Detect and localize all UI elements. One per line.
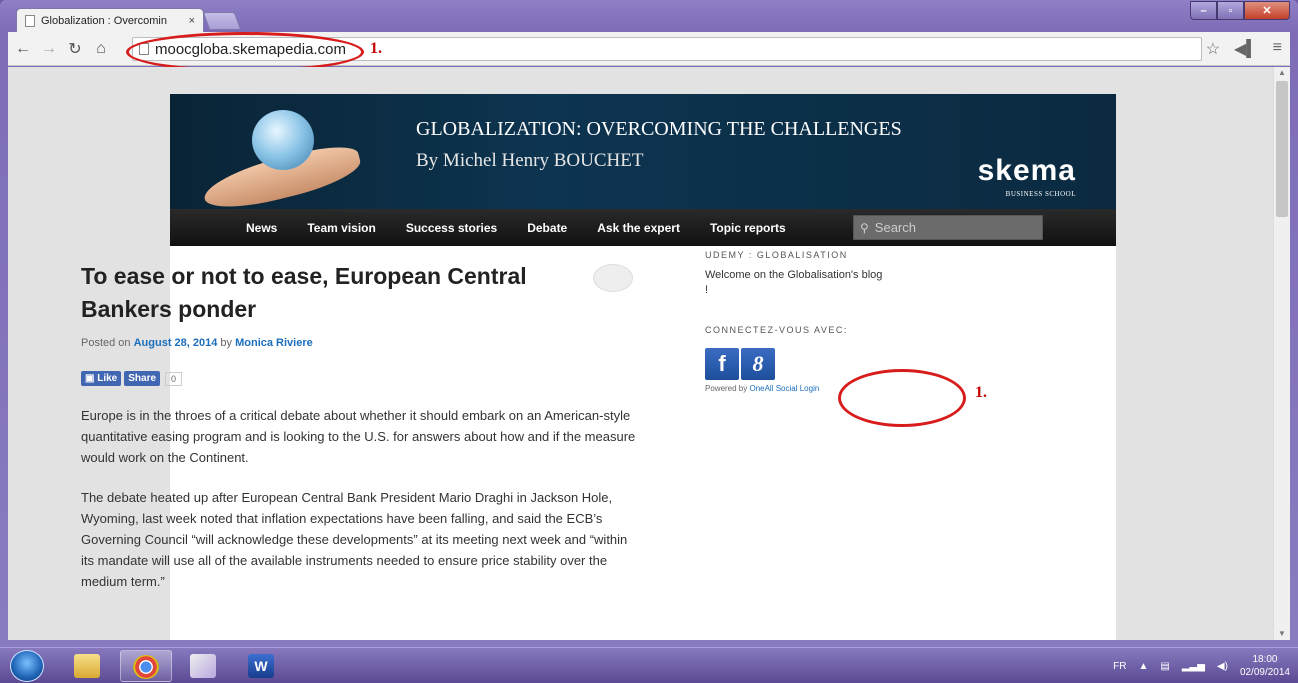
maximize-button[interactable]: ▫ xyxy=(1217,1,1244,20)
main-nav: News Team vision Success stories Debate … xyxy=(170,209,1116,246)
volume-icon[interactable]: ◀) xyxy=(1217,661,1228,672)
tab-active[interactable]: Globalization : Overcomin × xyxy=(16,8,204,32)
fb-like-button[interactable]: ▣ Like xyxy=(81,371,122,386)
site-subtitle: By Michel Henry BOUCHET xyxy=(416,150,644,171)
close-button[interactable]: ✕ xyxy=(1244,1,1290,20)
browser-window: – ▫ ✕ Globalization : Overcomin × ← → ↻ … xyxy=(0,0,1298,647)
site-banner: GLOBALIZATION: OVERCOMING THE CHALLENGES… xyxy=(170,94,1116,217)
social-login-icons: f 8 xyxy=(705,348,885,380)
scroll-up-icon[interactable]: ▲ xyxy=(1278,68,1286,77)
word-icon: W xyxy=(248,654,274,678)
chrome-icon xyxy=(133,655,159,679)
post-author-link[interactable]: Monica Riviere xyxy=(235,337,313,349)
post-paragraph: The debate heated up after European Cent… xyxy=(81,490,628,589)
nav-team-vision[interactable]: Team vision xyxy=(307,221,375,235)
signal-icon[interactable]: ▂▃▅ xyxy=(1182,661,1205,672)
share-count: 0 xyxy=(165,371,183,386)
post-title[interactable]: To ease or not to ease, European Central… xyxy=(81,260,576,326)
post-date-link[interactable]: August 28, 2014 xyxy=(134,337,218,349)
widget-text: Welcome on the Globalisation's blog ! xyxy=(705,269,883,296)
folder-icon xyxy=(74,654,100,678)
menu-icon[interactable]: ≡ xyxy=(1273,39,1282,59)
site-title: GLOBALIZATION: OVERCOMING THE CHALLENGES xyxy=(416,118,902,140)
taskbar: W FR ▲ ▤ ▂▃▅ ◀) 18:00 02/09/2014 xyxy=(0,647,1298,683)
reload-icon[interactable]: ↻ xyxy=(64,39,86,59)
new-tab-button[interactable] xyxy=(202,12,242,30)
network-icon[interactable]: ▤ xyxy=(1160,661,1169,672)
search-placeholder: Search xyxy=(874,220,916,235)
home-icon[interactable]: ⌂ xyxy=(90,40,112,58)
language-indicator[interactable]: FR xyxy=(1113,661,1126,672)
scroll-thumb[interactable] xyxy=(1276,81,1288,217)
fb-share-button[interactable]: Share xyxy=(124,371,161,386)
connect-title: CONNECTEZ-VOUS AVEC: xyxy=(705,325,848,335)
star-icon[interactable]: ☆ xyxy=(1206,39,1220,59)
system-tray: FR ▲ ▤ ▂▃▅ ◀) 18:00 02/09/2014 xyxy=(1113,648,1290,683)
speaker-icon[interactable]: ◀▍ xyxy=(1234,39,1259,59)
back-icon[interactable]: ← xyxy=(12,40,34,58)
forward-icon[interactable]: → xyxy=(38,40,60,58)
taskbar-chrome[interactable] xyxy=(120,650,172,682)
google-login-button[interactable]: 8 xyxy=(741,348,775,380)
skema-logo: skema xyxy=(977,154,1076,187)
nav-success-stories[interactable]: Success stories xyxy=(406,221,497,235)
page-icon xyxy=(25,14,35,27)
post-content: To ease or not to ease, European Central… xyxy=(81,260,641,592)
globe-hand-image xyxy=(199,110,365,217)
facebook-login-button[interactable]: f xyxy=(705,348,739,380)
tray-expand-icon[interactable]: ▲ xyxy=(1138,661,1148,672)
nav-news[interactable]: News xyxy=(246,221,277,235)
nav-topic-reports[interactable]: Topic reports xyxy=(710,221,786,235)
start-button[interactable] xyxy=(10,650,44,682)
search-icon: ⚲ xyxy=(860,220,869,235)
search-input[interactable]: ⚲ Search xyxy=(853,215,1043,240)
toolbar-right-icons: ☆ ◀▍ ≡ xyxy=(1206,39,1282,59)
skema-logo-sub: BUSINESS SCHOOL xyxy=(1005,190,1076,198)
annotation-label-url: 1. xyxy=(370,40,382,57)
social-buttons: ▣ Like Share 0 xyxy=(81,371,641,386)
tab-close-icon[interactable]: × xyxy=(189,15,195,27)
widget-title: UDEMY : GLOBALISATION xyxy=(705,250,848,260)
minimize-button[interactable]: – xyxy=(1190,1,1217,20)
paint-icon xyxy=(190,654,216,678)
comment-bubble-icon[interactable] xyxy=(593,264,633,292)
nav-ask-the-expert[interactable]: Ask the expert xyxy=(597,221,680,235)
post-meta: Posted on August 28, 2014 by Monica Rivi… xyxy=(81,337,313,349)
annotation-circle-social xyxy=(838,369,966,427)
post-paragraph: Europe is in the throes of a critical de… xyxy=(81,408,636,465)
annotation-circle-url xyxy=(126,32,364,72)
nav-debate[interactable]: Debate xyxy=(527,221,567,235)
window-controls: – ▫ ✕ xyxy=(1190,1,1290,20)
taskbar-explorer[interactable] xyxy=(62,650,114,682)
tab-title: Globalization : Overcomin xyxy=(41,14,167,27)
clock[interactable]: 18:00 02/09/2014 xyxy=(1240,653,1290,679)
vertical-scrollbar[interactable]: ▲ ▼ xyxy=(1273,67,1290,640)
oneall-link[interactable]: OneAll Social Login xyxy=(749,384,819,393)
taskbar-word[interactable]: W xyxy=(236,650,288,682)
annotation-label-social: 1. xyxy=(975,384,987,401)
scroll-down-icon[interactable]: ▼ xyxy=(1278,629,1286,638)
page-viewport: GLOBALIZATION: OVERCOMING THE CHALLENGES… xyxy=(8,67,1273,640)
taskbar-paint[interactable] xyxy=(178,650,230,682)
sidebar: UDEMY : GLOBALISATION Welcome on the Glo… xyxy=(705,250,885,393)
